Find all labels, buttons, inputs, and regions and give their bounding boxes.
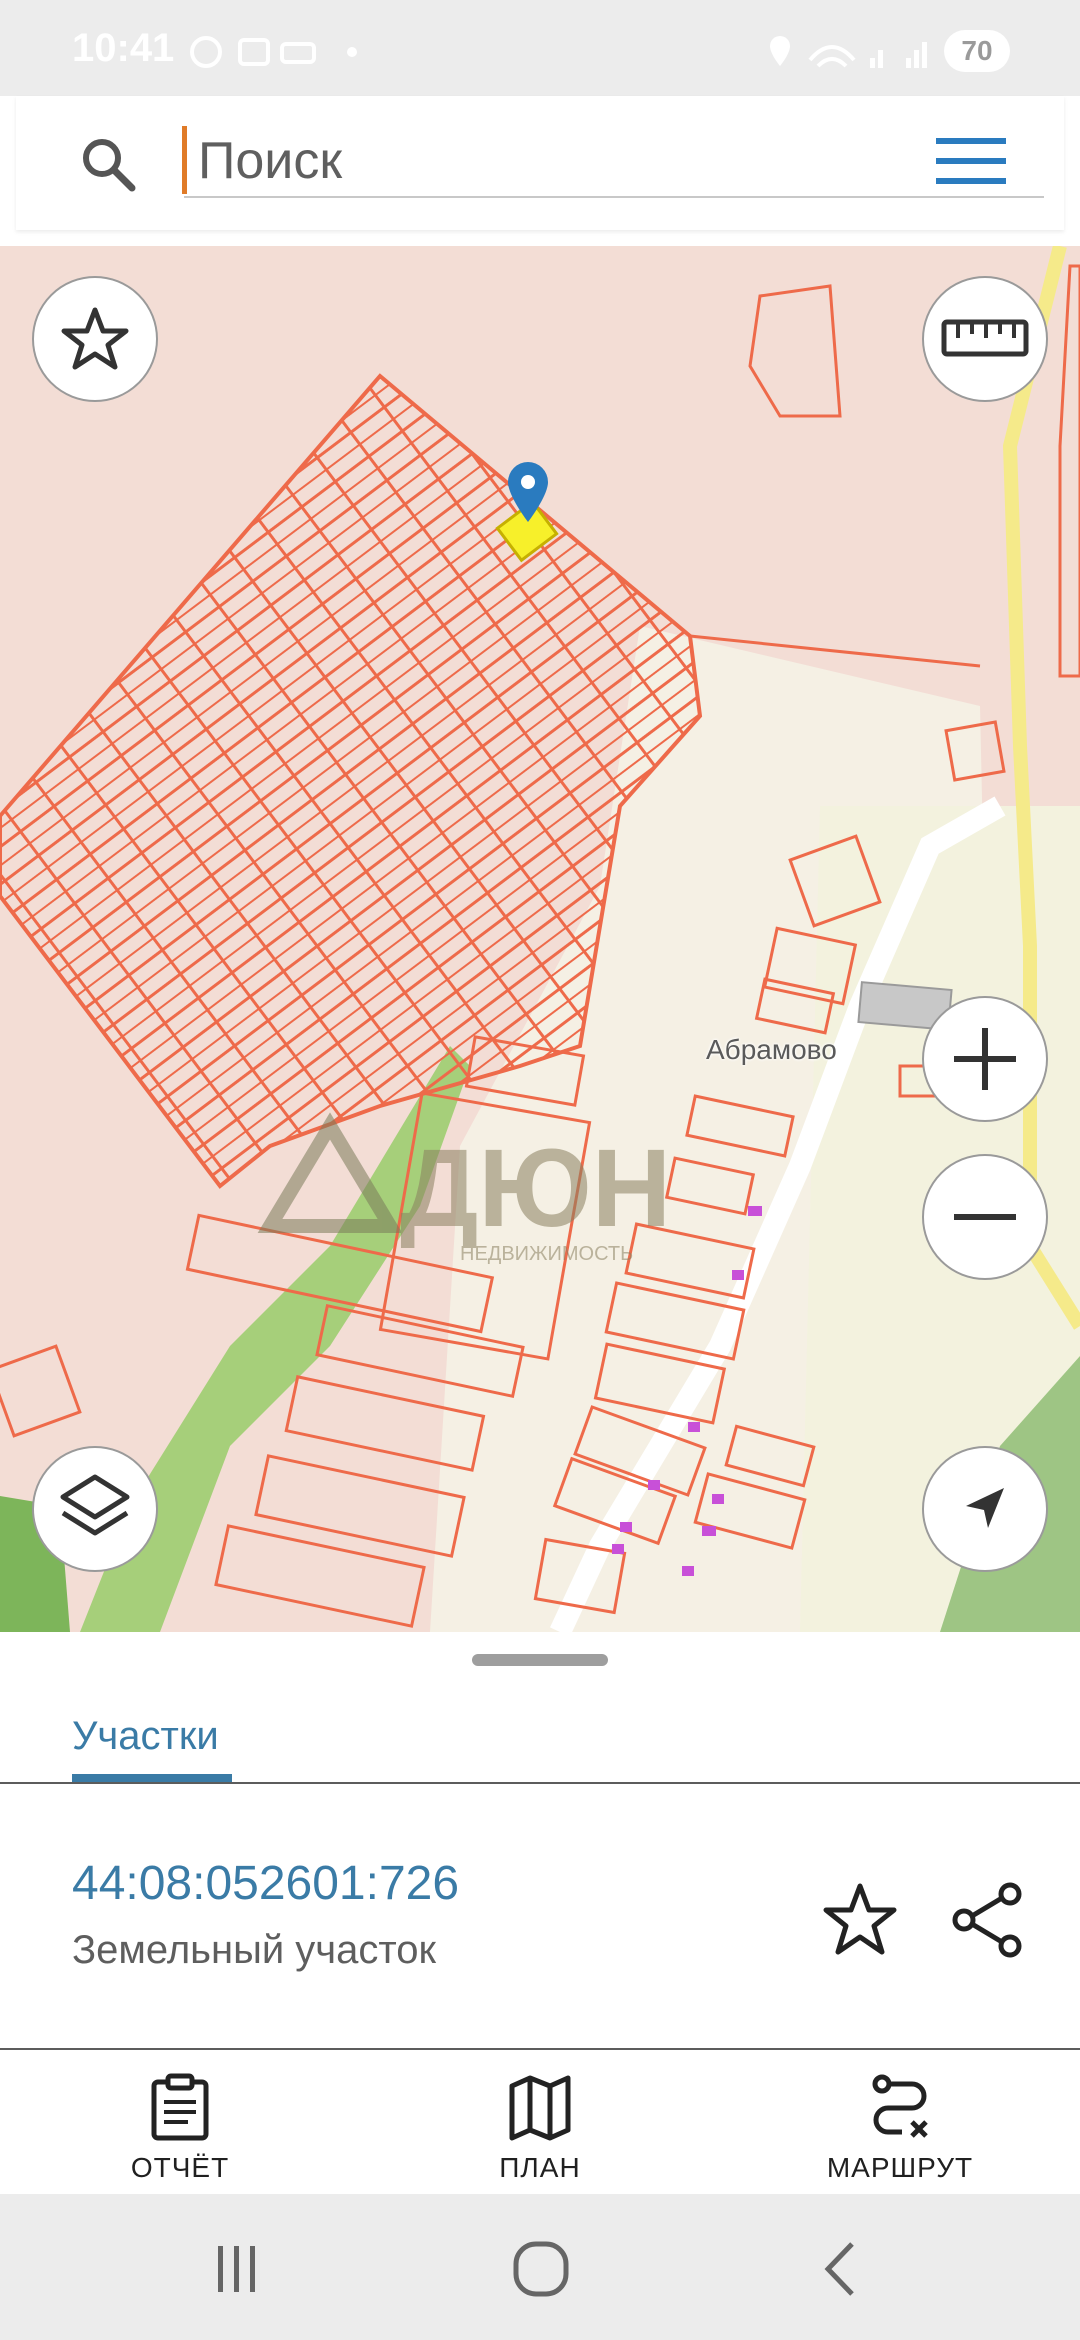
favorite-button[interactable] [32,276,158,402]
recent-apps-icon[interactable] [212,2242,262,2296]
my-location-button[interactable] [922,1446,1048,1572]
search-bar [16,96,1064,230]
ruler-icon [941,319,1029,357]
parcel-cadastral-number[interactable]: 44:08:052601:726 [72,1856,459,1911]
plan-button[interactable]: ПЛАН [410,2062,670,2192]
zoom-in-icon [954,1028,1016,1090]
tab-divider [0,1782,1080,1784]
hamburger-menu-icon[interactable] [934,134,1008,190]
search-input[interactable] [184,126,1044,198]
system-status-icons [770,36,927,68]
zoom-out-button[interactable] [922,1154,1048,1280]
svg-text:ДЮН: ДЮН [400,1127,671,1250]
sheet-divider [0,2048,1080,2050]
report-button[interactable]: ОТЧЁТ [50,2062,310,2192]
back-icon[interactable] [820,2240,860,2298]
village-label: Абрамово [706,1034,837,1065]
star-icon[interactable] [822,1882,898,1958]
clipboard-icon [151,2073,209,2141]
share-icon[interactable] [950,1882,1026,1958]
map-icon [509,2075,571,2141]
battery-indicator: 70 [944,30,1010,72]
map-view[interactable]: ДЮН НЕДВИЖИМОСТЬ Абрамово [0,246,1080,1632]
navigation-arrow-icon [966,1488,1004,1528]
star-icon [61,307,129,370]
search-icon[interactable] [80,136,136,192]
location-pin-icon [508,462,548,522]
zoom-in-button[interactable] [922,996,1048,1122]
layers-button[interactable] [32,1446,158,1572]
home-icon[interactable] [512,2240,570,2298]
status-time: 10:41 [72,26,175,70]
route-label: МАРШРУТ [826,2152,974,2183]
measure-button[interactable] [922,276,1048,402]
status-bar: 10:41 70 [0,0,1080,96]
bottom-sheet: Участки 44:08:052601:726 Земельный участ… [0,1632,1080,2194]
route-icon [872,2074,928,2138]
system-navigation-bar [0,2194,1080,2340]
route-button[interactable]: МАРШРУТ [770,2062,1030,2192]
report-label: ОТЧЁТ [130,2152,230,2183]
svg-text:НЕДВИЖИМОСТЬ: НЕДВИЖИМОСТЬ [460,1243,633,1265]
layers-icon [60,1474,130,1536]
plan-label: ПЛАН [499,2152,581,2183]
parcel-type: Земельный участок [72,1928,437,1972]
drag-handle[interactable] [472,1654,608,1666]
cadastral-map[interactable]: ДЮН НЕДВИЖИМОСТЬ [0,246,1080,1632]
zoom-out-icon [954,1214,1016,1220]
tab-indicator [72,1774,232,1782]
notification-icons [190,36,357,68]
